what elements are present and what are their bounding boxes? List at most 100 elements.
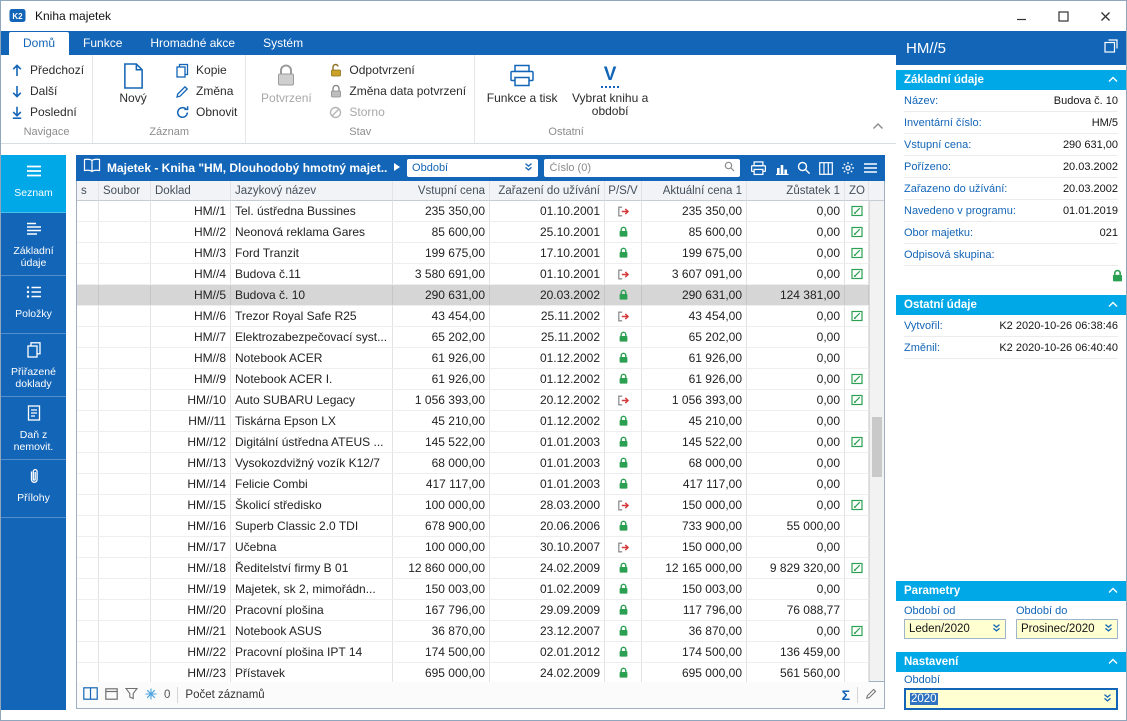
new-record-button[interactable]: Nový — [101, 58, 165, 105]
cell-s — [77, 474, 99, 494]
table-row-HM-1[interactable]: HM//1Tel. ústředna Bussines235 350,0001.… — [77, 201, 869, 222]
view-columns-icon[interactable] — [83, 687, 98, 703]
unlock-icon — [328, 63, 343, 77]
edit-record-button[interactable]: Změna — [175, 81, 237, 101]
copy-record-button[interactable]: Kopie — [175, 60, 237, 80]
cell-doklad: HM//16 — [151, 516, 231, 536]
maximize-button[interactable] — [1042, 1, 1084, 31]
column-header-s[interactable]: s — [77, 181, 99, 201]
table-row-HM-16[interactable]: HM//16Superb Classic 2.0 TDI678 900,0020… — [77, 516, 869, 537]
change-confirm-date-button[interactable]: Změna data potvrzení — [328, 81, 466, 101]
unconfirm-button[interactable]: Odpotvrzení — [328, 60, 466, 80]
period-select[interactable]: 2020 — [904, 688, 1118, 710]
column-header-vstupni[interactable]: Vstupní cena — [393, 181, 490, 201]
cell-nazev: Pracovní plošina IPT 14 — [231, 642, 393, 662]
table-row-HM-4[interactable]: HM//4Budova č.113 580 691,0001.10.20013 … — [77, 264, 869, 285]
next-record-button[interactable]: Další — [9, 81, 84, 101]
period-from-select[interactable]: Leden/2020 — [904, 619, 1006, 639]
section-header[interactable]: Základní údaje — [896, 70, 1126, 90]
table-row-HM-14[interactable]: HM//14Felicie Combi417 117,0001.01.20034… — [77, 474, 869, 495]
ribbon-tab-2[interactable]: Hromadné akce — [136, 32, 249, 55]
vertical-scrollbar[interactable] — [869, 201, 884, 681]
table-row-HM-20[interactable]: HM//20Pracovní plošina167 796,0029.09.20… — [77, 600, 869, 621]
sidebar-item-4[interactable]: Daň z nemovit. — [1, 397, 66, 460]
table-row-HM-5[interactable]: HM//5Budova č. 10290 631,0020.03.2002290… — [77, 285, 869, 306]
table-row-HM-21[interactable]: HM//21Notebook ASUS36 870,0023.12.200736… — [77, 621, 869, 642]
snowflake-icon[interactable] — [145, 688, 157, 703]
section-header[interactable]: Parametry — [896, 581, 1126, 601]
cancel-record-button[interactable]: Storno — [328, 102, 466, 122]
table-row-HM-12[interactable]: HM//12Digitální ústředna ATEUS ...145 52… — [77, 432, 869, 453]
cell-zarazeni: 01.02.2009 — [490, 579, 605, 599]
grid-menu-icon[interactable] — [863, 162, 878, 174]
ribbon-tab-3[interactable]: Systém — [249, 32, 317, 55]
sidebar-item-3[interactable]: Přiřazené doklady — [1, 334, 66, 397]
table-row-HM-13[interactable]: HM//13Vysokozdvižný vozík K12/768 000,00… — [77, 453, 869, 474]
section-header[interactable]: Nastavení — [896, 652, 1126, 672]
minimize-button[interactable] — [1000, 1, 1042, 31]
calendar-icon[interactable] — [105, 687, 118, 703]
table-row-HM-10[interactable]: HM//10Auto SUBARU Legacy1 056 393,0020.1… — [77, 390, 869, 411]
sidebar-item-1[interactable]: Základní údaje — [1, 213, 66, 276]
svg-text:K2: K2 — [12, 12, 23, 21]
print-icon[interactable] — [750, 161, 767, 176]
confirmed-lock-icon — [605, 243, 642, 263]
edit-pencil-icon[interactable] — [865, 687, 878, 703]
table-row-HM-9[interactable]: HM//9Notebook ACER I.61 926,0001.12.2002… — [77, 369, 869, 390]
period-filter-input[interactable]: Období — [407, 159, 538, 177]
table-row-HM-8[interactable]: HM//8Notebook ACER61 926,0001.12.200261 … — [77, 348, 869, 369]
table-row-HM-2[interactable]: HM//2Neonová reklama Gares85 600,0025.10… — [77, 222, 869, 243]
table-row-HM-15[interactable]: HM//15Školicí středisko100 000,0028.03.2… — [77, 495, 869, 516]
column-header-zarazeni[interactable]: Zařazení do užívání — [490, 181, 605, 201]
confirm-button[interactable]: Potvrzení — [254, 58, 318, 105]
table-row-HM-3[interactable]: HM//3Ford Tranzit199 675,0017.10.2001199… — [77, 243, 869, 264]
select-book-period-button[interactable]: V Vybrat knihu a období — [571, 58, 649, 118]
previous-record-button[interactable]: Předchozí — [9, 60, 84, 80]
column-header-soubor[interactable]: Soubor — [99, 181, 151, 201]
settings-icon[interactable] — [841, 161, 855, 175]
cell-vstupni: 1 056 393,00 — [393, 390, 490, 410]
collapse-ribbon-icon[interactable] — [872, 117, 884, 135]
cell-s — [77, 621, 99, 641]
close-button[interactable] — [1084, 1, 1126, 31]
table-row-HM-6[interactable]: HM//6Trezor Royal Safe R2543 454,0025.11… — [77, 306, 869, 327]
sidebar-item-5[interactable]: Přílohy — [1, 460, 66, 518]
table-row-HM-18[interactable]: HM//18Ředitelství firmy B 0112 860 000,0… — [77, 558, 869, 579]
scrollbar-thumb[interactable] — [872, 417, 882, 477]
ribbon-tab-1[interactable]: Funkce — [69, 32, 136, 55]
refresh-record-button[interactable]: Obnovit — [175, 102, 237, 122]
chart-icon[interactable] — [775, 162, 789, 175]
table-row-HM-17[interactable]: HM//17Učebna100 000,0030.10.2007150 000,… — [77, 537, 869, 558]
column-header-doklad[interactable]: Doklad — [151, 181, 231, 201]
cell-aktualni: 61 926,00 — [642, 369, 747, 389]
columns-icon[interactable] — [819, 162, 833, 175]
column-header-zo[interactable]: ZO — [845, 181, 869, 201]
sidebar-item-2[interactable]: Položky — [1, 276, 66, 334]
functions-print-button[interactable]: Funkce a tisk — [483, 58, 561, 105]
arrow-down-icon — [9, 85, 24, 98]
search-icon[interactable] — [797, 161, 811, 175]
sum-icon[interactable]: Σ — [842, 687, 850, 703]
column-header-nazev[interactable]: Jazykový název — [231, 181, 393, 201]
cell-zustatek: 0,00 — [747, 369, 845, 389]
form-icon — [25, 220, 43, 241]
last-record-button[interactable]: Poslední — [9, 102, 84, 122]
table-row-HM-23[interactable]: HM//23Přístavek695 000,0024.02.2009695 0… — [77, 663, 869, 684]
sidebar-item-0[interactable]: Seznam — [1, 155, 66, 213]
column-header-aktualni[interactable]: Aktuální cena 1 — [642, 181, 747, 201]
table-row-HM-19[interactable]: HM//19Majetek, sk 2, mimořádn...150 003,… — [77, 579, 869, 600]
table-row-HM-7[interactable]: HM//7Elektrozabezpečovací syst...65 202,… — [77, 327, 869, 348]
ribbon-tab-0[interactable]: Domů — [9, 32, 69, 55]
table-row-HM-22[interactable]: HM//22Pracovní plošina IPT 14174 500,000… — [77, 642, 869, 663]
section-header[interactable]: Ostatní údaje — [896, 295, 1126, 315]
filter-icon[interactable] — [125, 687, 138, 703]
cell-soubor — [99, 600, 151, 620]
open-in-window-icon[interactable] — [1104, 39, 1118, 57]
number-search-input[interactable]: Číslo (0) — [544, 159, 740, 177]
cell-aktualni: 145 522,00 — [642, 432, 747, 452]
period-to-select[interactable]: Prosinec/2020 — [1016, 619, 1118, 639]
play-icon[interactable] — [393, 159, 401, 177]
table-row-HM-11[interactable]: HM//11Tiskárna Epson LX45 210,0001.12.20… — [77, 411, 869, 432]
column-header-zustatek[interactable]: Zůstatek 1 — [747, 181, 845, 201]
column-header-psv[interactable]: P/S/V — [605, 181, 642, 201]
